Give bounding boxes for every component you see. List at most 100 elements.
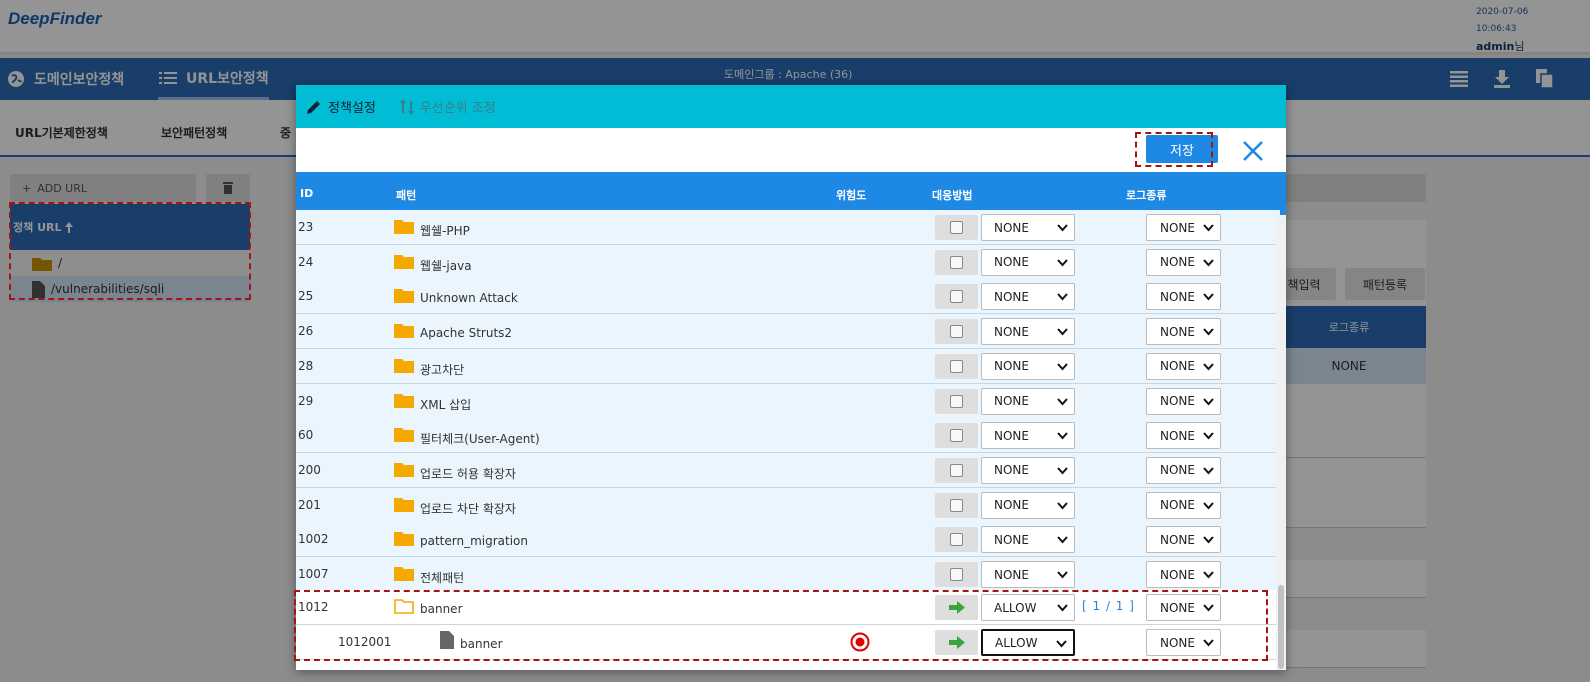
table-row[interactable]: 1007 전체패턴 NONE NONE <box>296 557 1280 592</box>
action-checkbox[interactable] <box>935 353 978 379</box>
row-name: Apache Struts2 <box>420 326 513 341</box>
log-select[interactable]: NONE <box>1146 248 1221 276</box>
table-row[interactable]: 201 업로드 차단 확장자 NONE NONE <box>296 487 1280 523</box>
row-name: 광고차단 <box>420 362 465 377</box>
table-row[interactable]: 24 웹쉘-java NONE NONE <box>296 244 1280 280</box>
chevron-down-icon <box>1057 328 1068 336</box>
action-checkbox[interactable] <box>935 319 978 345</box>
log-select[interactable]: NONE <box>1146 214 1221 241</box>
col-log-type[interactable]: 로그종류 <box>1126 187 1166 203</box>
folder-icon <box>394 532 414 547</box>
row-id: 26 <box>298 324 314 339</box>
action-select[interactable]: NONE <box>981 491 1075 519</box>
action-select[interactable]: NONE <box>981 526 1075 554</box>
highlight-box-save <box>1135 132 1213 167</box>
action-select-value: NONE <box>994 498 1029 513</box>
log-select[interactable]: NONE <box>1146 318 1221 346</box>
action-select[interactable]: NONE <box>981 456 1075 484</box>
col-action[interactable]: 대응방법 <box>932 187 972 203</box>
folder-icon <box>394 220 414 234</box>
log-select[interactable]: NONE <box>1146 456 1221 484</box>
chevron-down-icon <box>1203 224 1214 232</box>
tab-policy-settings[interactable]: 정책설정 <box>306 97 376 116</box>
action-select[interactable]: NONE <box>981 318 1075 346</box>
close-icon[interactable] <box>1240 138 1266 164</box>
row-id: 24 <box>298 254 314 269</box>
checkbox-box <box>950 221 963 234</box>
chevron-down-icon <box>1203 363 1214 371</box>
pencil-icon <box>307 100 320 114</box>
log-select[interactable]: NONE <box>1146 352 1221 380</box>
action-checkbox[interactable] <box>935 527 978 553</box>
checkbox-box <box>950 568 963 581</box>
checkbox-box <box>950 255 963 269</box>
row-id: 25 <box>298 289 314 304</box>
log-select[interactable]: NONE <box>1146 422 1221 450</box>
action-select-value: NONE <box>994 567 1029 582</box>
table-row[interactable]: 1002 pattern_migration NONE NONE <box>296 522 1280 558</box>
action-checkbox[interactable] <box>935 388 978 414</box>
folder-icon <box>394 567 414 581</box>
checkbox-box <box>950 290 963 304</box>
tab-label: 우선순위 조정 <box>419 101 496 116</box>
col-risk[interactable]: 위험도 <box>836 187 866 203</box>
log-select[interactable]: NONE <box>1146 491 1221 519</box>
row-name: 웹쉘-PHP <box>420 224 470 238</box>
checkbox-box <box>950 463 963 477</box>
action-select[interactable]: NONE <box>981 283 1075 311</box>
action-select[interactable]: NONE <box>981 352 1075 380</box>
action-checkbox[interactable] <box>935 562 978 587</box>
action-checkbox[interactable] <box>935 249 978 275</box>
folder-icon <box>394 324 414 339</box>
table-row[interactable]: 28 광고차단 NONE NONE <box>296 348 1280 384</box>
scroll-thumb[interactable] <box>1278 585 1284 669</box>
row-id: 23 <box>298 220 314 234</box>
chevron-down-icon <box>1203 501 1214 510</box>
row-id: 1007 <box>298 567 329 581</box>
col-pattern[interactable]: 패턴 <box>396 187 416 203</box>
action-select-value: NONE <box>994 428 1029 443</box>
action-checkbox[interactable] <box>935 492 978 518</box>
chevron-down-icon <box>1057 536 1068 544</box>
action-select[interactable]: NONE <box>981 561 1075 588</box>
action-select[interactable]: NONE <box>981 422 1075 450</box>
chevron-down-icon <box>1203 571 1214 579</box>
tab-label: 정책설정 <box>328 101 376 116</box>
highlight-box-banner-rows <box>294 590 1268 661</box>
log-select[interactable]: NONE <box>1146 283 1221 311</box>
action-select[interactable]: NONE <box>981 214 1075 241</box>
row-name: pattern_migration <box>420 534 529 549</box>
action-checkbox[interactable] <box>935 215 978 240</box>
action-select[interactable]: NONE <box>981 248 1075 276</box>
chevron-down-icon <box>1203 536 1214 544</box>
log-select[interactable]: NONE <box>1146 387 1221 415</box>
log-select-value: NONE <box>1160 255 1195 270</box>
tab-priority[interactable]: 우선순위 조정 <box>399 97 496 116</box>
table-row[interactable]: 29 XML 삽입 NONE NONE <box>296 383 1280 419</box>
action-checkbox[interactable] <box>935 284 978 310</box>
chevron-down-icon <box>1057 467 1068 475</box>
table-header: ID 패턴 위험도 대응방법 로그종류 <box>296 172 1286 215</box>
folder-icon <box>394 358 414 373</box>
action-select[interactable]: NONE <box>981 387 1075 415</box>
table-row[interactable]: 60 필터체크(User-Agent) NONE NONE <box>296 418 1280 454</box>
log-select-value: NONE <box>1160 324 1195 339</box>
chevron-down-icon <box>1203 293 1214 301</box>
row-name: 업로드 허용 확장자 <box>420 466 516 481</box>
action-checkbox[interactable] <box>935 423 978 449</box>
action-select-value: NONE <box>994 220 1029 235</box>
log-select[interactable]: NONE <box>1146 526 1221 554</box>
checkbox-box <box>950 429 963 443</box>
log-select-value: NONE <box>1160 498 1195 513</box>
table-row[interactable]: 200 업로드 허용 확장자 NONE NONE <box>296 452 1280 488</box>
col-id[interactable]: ID <box>300 187 313 200</box>
table-row[interactable]: 25 Unknown Attack NONE NONE <box>296 279 1280 315</box>
checkbox-box <box>950 533 963 547</box>
action-checkbox[interactable] <box>935 457 978 483</box>
table-row[interactable]: 26 Apache Struts2 NONE NONE <box>296 314 1280 350</box>
chevron-down-icon <box>1057 571 1068 579</box>
table-row[interactable]: 23 웹쉘-PHP NONE NONE <box>296 210 1280 245</box>
checkbox-box <box>950 498 963 512</box>
log-select-value: NONE <box>1160 359 1195 374</box>
log-select[interactable]: NONE <box>1146 561 1221 588</box>
